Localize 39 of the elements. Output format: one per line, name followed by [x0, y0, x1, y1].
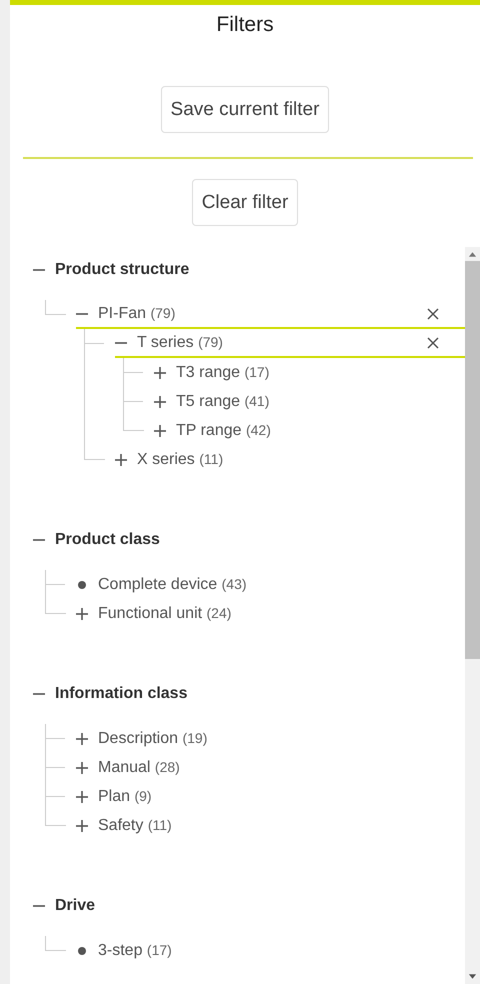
tree-item[interactable]: T5 range (41)	[154, 387, 465, 416]
save-filter-button[interactable]: Save current filter	[160, 86, 330, 133]
tree-item[interactable]: 3-step (17)	[76, 936, 465, 965]
tree-item[interactable]: Description (19)	[76, 724, 465, 753]
tree-item[interactable]: Plan (9)	[76, 782, 465, 811]
tree-item[interactable]: T3 range (17)	[154, 358, 465, 387]
close-icon[interactable]	[427, 336, 439, 348]
section-heading: Product structure	[55, 260, 190, 278]
tree-item[interactable]: Safety (11)	[76, 811, 465, 840]
plus-icon[interactable]	[76, 762, 88, 774]
scroll-up-icon[interactable]	[468, 251, 477, 257]
scrollbar-thumb[interactable]	[465, 261, 480, 659]
plus-icon[interactable]	[76, 790, 88, 802]
tree-item[interactable]: Manual (28)	[76, 753, 465, 782]
tree-item[interactable]: X series (11)	[115, 445, 465, 474]
panel-title: Filters	[215, 12, 275, 38]
plus-icon[interactable]	[115, 454, 127, 466]
dot-icon	[76, 944, 88, 956]
scroll-down-icon[interactable]	[468, 974, 477, 980]
dot-icon	[76, 578, 88, 590]
plus-icon[interactable]	[76, 608, 88, 620]
section-heading: Information class	[55, 684, 188, 702]
tree-connector	[45, 300, 66, 315]
plus-icon[interactable]	[154, 366, 166, 378]
scrollbar[interactable]	[465, 247, 480, 984]
section-heading: Drive	[55, 896, 96, 914]
tree-connector	[45, 936, 66, 951]
section-heading: Product class	[55, 530, 160, 548]
plus-icon[interactable]	[154, 424, 166, 436]
tree-item[interactable]: TP range (42)	[154, 416, 465, 445]
tree-item[interactable]: Complete device (43)	[76, 570, 465, 599]
plus-icon[interactable]	[76, 820, 88, 832]
tree-item[interactable]: T series (79)	[115, 329, 465, 358]
clear-filter-button[interactable]: Clear filter	[192, 179, 298, 226]
tree-item[interactable]: Functional unit (24)	[76, 599, 465, 628]
close-icon[interactable]	[427, 308, 439, 320]
tree-item[interactable]: PI-Fan (79)	[76, 300, 465, 329]
plus-icon[interactable]	[154, 396, 166, 408]
plus-icon[interactable]	[76, 732, 88, 744]
